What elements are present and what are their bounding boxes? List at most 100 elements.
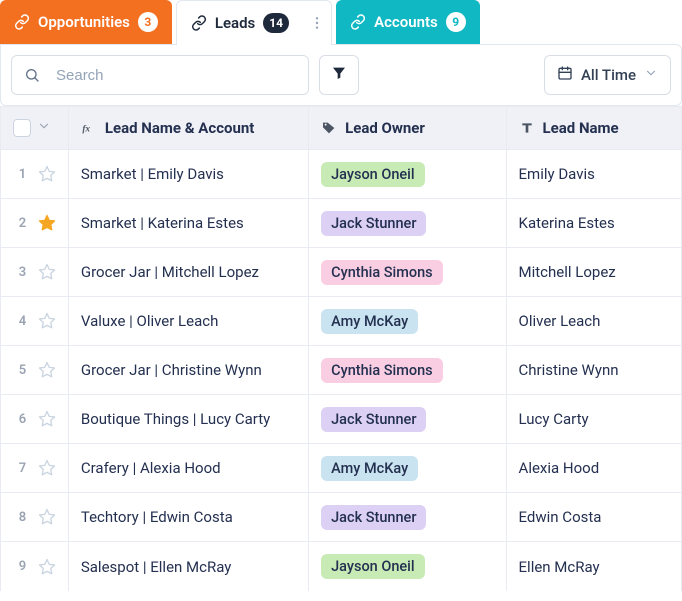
row-number: 2 [13, 216, 32, 231]
search-input[interactable] [48, 56, 308, 94]
star-toggle[interactable] [38, 165, 56, 183]
owner-tag: Jayson Oneil [321, 162, 424, 187]
lead-name-text: Emily Davis [519, 165, 595, 183]
lead-name-text: Katerina Estes [519, 214, 615, 232]
cell-lead-name[interactable]: Edwin Costa [507, 493, 681, 541]
star-toggle[interactable] [38, 312, 56, 330]
cell-owner[interactable]: Amy McKay [309, 297, 506, 345]
cell-lead-account[interactable]: Valuxe | Oliver Leach [69, 297, 309, 345]
cell-lead-account[interactable]: Techtory | Edwin Costa [69, 493, 309, 541]
tab-leads[interactable]: Leads 14 [177, 1, 303, 45]
cell-lead-account[interactable]: Grocer Jar | Christine Wynn [69, 346, 309, 394]
lead-name-text: Mitchell Lopez [519, 263, 616, 281]
lead-name-text: Lucy Carty [519, 410, 589, 428]
row-gutter: 4 [1, 297, 69, 345]
calendar-icon [557, 65, 573, 85]
lead-account-text: Valuxe | Oliver Leach [81, 312, 219, 330]
cell-owner[interactable]: Jack Stunner [309, 199, 506, 247]
star-toggle[interactable] [38, 558, 56, 576]
tab-label: Leads [215, 14, 255, 32]
header-owner[interactable]: Lead Owner [309, 107, 506, 149]
table-row[interactable]: 9 Salespot | Ellen McRay Jayson Oneil El… [1, 542, 681, 591]
lead-account-text: Techtory | Edwin Costa [81, 508, 233, 526]
leads-table: fx Lead Name & Account Lead Owner Lead N… [0, 106, 682, 591]
table-row[interactable]: 1 Smarket | Emily Davis Jayson Oneil Emi… [1, 150, 681, 199]
tab-menu-button[interactable] [303, 15, 331, 31]
table-row[interactable]: 5 Grocer Jar | Christine Wynn Cynthia Si… [1, 346, 681, 395]
toolbar: All Time [0, 44, 682, 106]
chevron-down-icon[interactable] [37, 119, 51, 137]
header-name[interactable]: Lead Name [507, 107, 681, 149]
cell-lead-account[interactable]: Grocer Jar | Mitchell Lopez [69, 248, 309, 296]
lead-account-text: Boutique Things | Lucy Carty [81, 410, 270, 428]
row-number: 3 [13, 265, 32, 280]
cell-owner[interactable]: Jack Stunner [309, 493, 506, 541]
row-number: 8 [13, 510, 32, 525]
time-range-label: All Time [581, 66, 636, 84]
table-row[interactable]: 3 Grocer Jar | Mitchell Lopez Cynthia Si… [1, 248, 681, 297]
select-all-checkbox[interactable] [13, 119, 31, 137]
tab-opportunities[interactable]: Opportunities 3 [0, 0, 172, 44]
owner-tag: Jack Stunner [321, 211, 426, 236]
star-toggle[interactable] [38, 214, 56, 232]
table-row[interactable]: 4 Valuxe | Oliver Leach Amy McKay Oliver… [1, 297, 681, 346]
row-number: 6 [13, 412, 32, 427]
owner-tag: Jack Stunner [321, 505, 426, 530]
cell-lead-name[interactable]: Alexia Hood [507, 444, 681, 492]
cell-lead-name[interactable]: Emily Davis [507, 150, 681, 198]
cell-owner[interactable]: Amy McKay [309, 444, 506, 492]
row-gutter: 2 [1, 199, 69, 247]
cell-lead-account[interactable]: Smarket | Katerina Estes [69, 199, 309, 247]
link-icon [14, 14, 30, 30]
table-row[interactable]: 2 Smarket | Katerina Estes Jack Stunner … [1, 199, 681, 248]
star-toggle[interactable] [38, 361, 56, 379]
row-gutter: 5 [1, 346, 69, 394]
cell-owner[interactable]: Cynthia Simons [309, 248, 506, 296]
cell-lead-name[interactable]: Oliver Leach [507, 297, 681, 345]
row-number: 4 [13, 314, 32, 329]
cell-lead-name[interactable]: Katerina Estes [507, 199, 681, 247]
tab-label: Opportunities [38, 13, 130, 31]
tab-badge: 3 [138, 12, 158, 32]
cell-owner[interactable]: Jack Stunner [309, 395, 506, 443]
header-label: Lead Owner [345, 119, 425, 137]
lead-name-text: Ellen McRay [519, 558, 600, 576]
cell-lead-name[interactable]: Lucy Carty [507, 395, 681, 443]
lead-account-text: Salespot | Ellen McRay [81, 558, 232, 576]
star-toggle[interactable] [38, 508, 56, 526]
tab-leads-wrap: Leads 14 [176, 0, 332, 45]
header-fx[interactable]: fx Lead Name & Account [69, 107, 309, 149]
cell-lead-account[interactable]: Boutique Things | Lucy Carty [69, 395, 309, 443]
cell-lead-account[interactable]: Crafery | Alexia Hood [69, 444, 309, 492]
tab-accounts[interactable]: Accounts 9 [336, 0, 480, 44]
tag-icon [321, 120, 337, 136]
star-toggle[interactable] [38, 459, 56, 477]
cell-owner[interactable]: Jayson Oneil [309, 542, 506, 591]
table-row[interactable]: 8 Techtory | Edwin Costa Jack Stunner Ed… [1, 493, 681, 542]
row-gutter: 8 [1, 493, 69, 541]
table-row[interactable]: 7 Crafery | Alexia Hood Amy McKay Alexia… [1, 444, 681, 493]
filter-button[interactable] [319, 55, 359, 95]
cell-lead-account[interactable]: Salespot | Ellen McRay [69, 542, 309, 591]
cell-owner[interactable]: Jayson Oneil [309, 150, 506, 198]
cell-lead-account[interactable]: Smarket | Emily Davis [69, 150, 309, 198]
table-header-row: fx Lead Name & Account Lead Owner Lead N… [1, 106, 681, 150]
text-icon [519, 120, 535, 136]
cell-lead-name[interactable]: Christine Wynn [507, 346, 681, 394]
cell-lead-name[interactable]: Mitchell Lopez [507, 248, 681, 296]
lead-account-text: Smarket | Emily Davis [81, 165, 224, 183]
time-range-button[interactable]: All Time [544, 55, 671, 95]
table-row[interactable]: 6 Boutique Things | Lucy Carty Jack Stun… [1, 395, 681, 444]
header-label: Lead Name [543, 119, 619, 137]
row-gutter: 7 [1, 444, 69, 492]
search-wrap [11, 55, 309, 95]
cell-lead-name[interactable]: Ellen McRay [507, 542, 681, 591]
lead-name-text: Edwin Costa [519, 508, 602, 526]
filter-icon [331, 65, 347, 85]
cell-owner[interactable]: Cynthia Simons [309, 346, 506, 394]
star-toggle[interactable] [38, 263, 56, 281]
row-number: 1 [13, 167, 32, 182]
formula-icon: fx [81, 120, 97, 136]
star-toggle[interactable] [38, 410, 56, 428]
search-icon [12, 67, 48, 83]
